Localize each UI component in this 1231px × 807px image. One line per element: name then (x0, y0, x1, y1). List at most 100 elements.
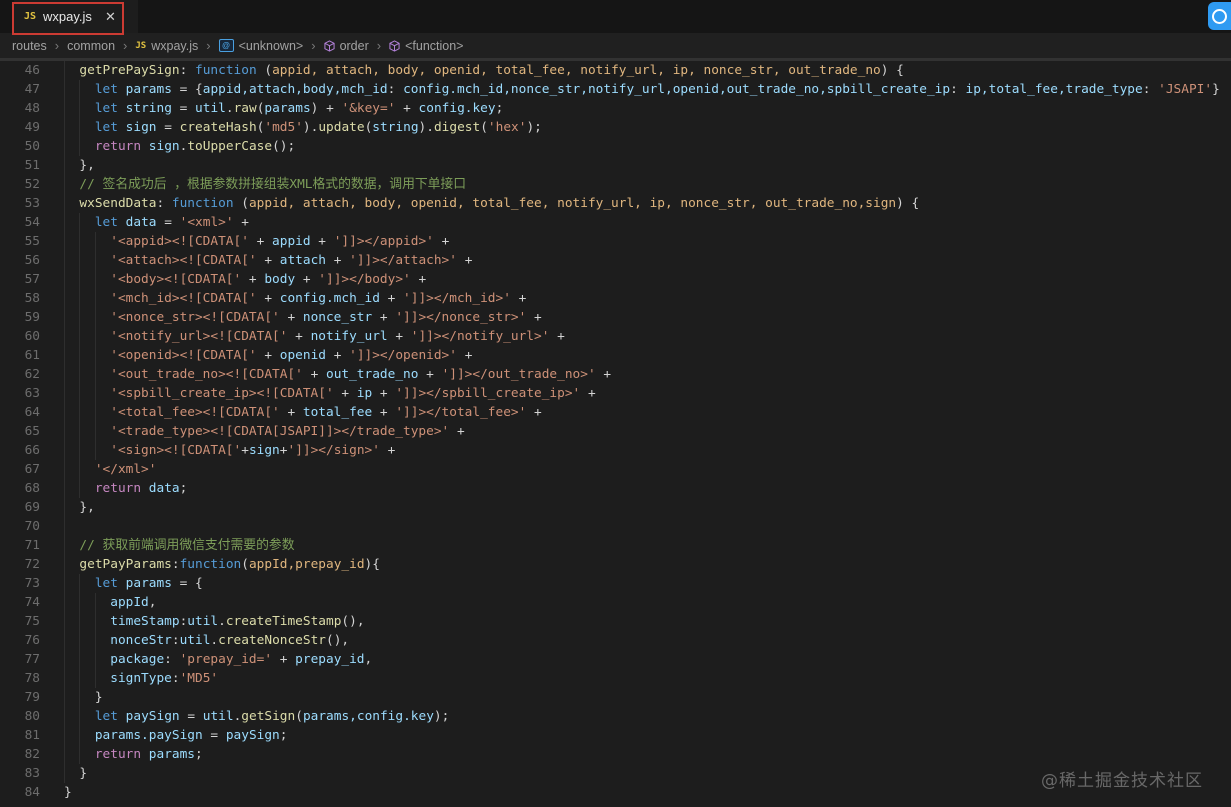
code-editor[interactable]: 46 getPrePaySign: function (appid, attac… (0, 58, 1231, 807)
code-line[interactable]: 75 timeStamp:util.createTimeStamp(), (0, 612, 1231, 631)
code-line[interactable]: 71 // 获取前端调用微信支付需要的参数 (0, 536, 1231, 555)
breadcrumb-item[interactable]: JS wxpay.js (133, 39, 200, 53)
code-content: wxSendData: function (appid, attach, bod… (64, 194, 1231, 213)
code-content: '<total_fee><![CDATA[' + total_fee + ']]… (64, 403, 1231, 422)
breadcrumb-label: <function> (405, 38, 464, 53)
code-content: params.paySign = paySign; (64, 726, 1231, 745)
code-tokens: return params; (94, 747, 203, 762)
code-lines: 46 getPrePaySign: function (appid, attac… (0, 61, 1231, 802)
code-tokens: }, (79, 158, 95, 173)
code-tokens: '<notify_url><![CDATA[' + notify_url + '… (110, 329, 565, 344)
code-tokens: wxSendData: function (appid, attach, bod… (79, 196, 920, 211)
line-number: 70 (24, 519, 40, 534)
code-line[interactable]: 70 (0, 517, 1231, 536)
code-line[interactable]: 48 let string = util.raw(params) + '&key… (0, 99, 1231, 118)
code-line[interactable]: 57 '<body><![CDATA[' + body + ']]></body… (0, 270, 1231, 289)
line-number: 77 (24, 652, 40, 667)
code-tokens: '<out_trade_no><![CDATA[' + out_trade_no… (110, 367, 612, 382)
code-line[interactable]: 67 '</xml>' (0, 460, 1231, 479)
code-tokens: let string = util.raw(params) + '&key=' … (94, 101, 504, 116)
line-number: 63 (24, 386, 40, 401)
code-content: '<attach><![CDATA[' + attach + ']]></att… (64, 251, 1231, 270)
line-number: 61 (24, 348, 40, 363)
line-number: 75 (24, 614, 40, 629)
chevron-right-icon: › (123, 38, 128, 53)
code-content: '</xml>' (64, 460, 1231, 479)
tab-title: wxpay.js (43, 9, 92, 24)
breadcrumb-item[interactable]: @ <unknown> (217, 39, 306, 53)
code-line[interactable]: 61 '<openid><![CDATA[' + openid + ']]></… (0, 346, 1231, 365)
code-line[interactable]: 74 appId, (0, 593, 1231, 612)
code-line[interactable]: 62 '<out_trade_no><![CDATA[' + out_trade… (0, 365, 1231, 384)
code-tokens (64, 519, 79, 534)
code-content: '<appid><![CDATA[' + appid + ']]></appid… (64, 232, 1231, 251)
code-tokens: '</xml>' (94, 462, 157, 477)
close-icon[interactable]: ✕ (105, 9, 116, 25)
breadcrumb-label: routes (12, 38, 47, 53)
code-line[interactable]: 49 let sign = createHash('md5').update(s… (0, 118, 1231, 137)
code-line[interactable]: 64 '<total_fee><![CDATA[' + total_fee + … (0, 403, 1231, 422)
code-tokens: let data = '<xml>' + (94, 215, 249, 230)
code-content: return params; (64, 745, 1231, 764)
line-number: 78 (24, 671, 40, 686)
code-line[interactable]: 56 '<attach><![CDATA[' + attach + ']]></… (0, 251, 1231, 270)
chevron-right-icon: › (54, 38, 60, 53)
breadcrumb-label: order (339, 38, 369, 53)
blue-corner-extension-icon[interactable] (1208, 2, 1231, 30)
breadcrumb-item[interactable]: common (65, 39, 117, 53)
code-line[interactable]: 54 let data = '<xml>' + (0, 213, 1231, 232)
code-line[interactable]: 58 '<mch_id><![CDATA[' + config.mch_id +… (0, 289, 1231, 308)
code-line[interactable]: 65 '<trade_type><![CDATA[JSAPI]]></trade… (0, 422, 1231, 441)
code-tokens: } (94, 690, 103, 705)
code-line[interactable]: 77 package: 'prepay_id=' + prepay_id, (0, 650, 1231, 669)
method-cube-icon (389, 39, 400, 52)
line-number: 73 (24, 576, 40, 591)
code-tokens: '<nonce_str><![CDATA[' + nonce_str + ']]… (110, 310, 542, 325)
line-number: 54 (24, 215, 40, 230)
breadcrumb-item[interactable]: routes (10, 39, 49, 53)
code-tokens: '<attach><![CDATA[' + attach + ']]></att… (110, 253, 473, 268)
code-tokens: '<trade_type><![CDATA[JSAPI]]></trade_ty… (110, 424, 465, 439)
code-content: let sign = createHash('md5').update(stri… (64, 118, 1231, 137)
code-content: // 签名成功后 ，根据参数拼接组装XML格式的数据，调用下单接口 (64, 175, 1231, 194)
tab-bar: JS wxpay.js ✕ (0, 0, 1231, 35)
code-line[interactable]: 52 // 签名成功后 ，根据参数拼接组装XML格式的数据，调用下单接口 (0, 175, 1231, 194)
code-tokens: let paySign = util.getSign(params,config… (94, 709, 450, 724)
code-line[interactable]: 72 getPayParams:function(appId,prepay_id… (0, 555, 1231, 574)
line-number: 60 (24, 329, 40, 344)
line-number: 83 (24, 766, 40, 781)
code-line[interactable]: 79 } (0, 688, 1231, 707)
code-line[interactable]: 73 let params = { (0, 574, 1231, 593)
line-number: 57 (24, 272, 40, 287)
chevron-right-icon: › (206, 38, 211, 53)
code-line[interactable]: 66 '<sign><![CDATA['+sign+']]></sign>' + (0, 441, 1231, 460)
code-content: '<mch_id><![CDATA[' + config.mch_id + ']… (64, 289, 1231, 308)
code-line[interactable]: 68 return data; (0, 479, 1231, 498)
code-line[interactable]: 63 '<spbill_create_ip><![CDATA[' + ip + … (0, 384, 1231, 403)
code-tokens: let sign = createHash('md5').update(stri… (94, 120, 542, 135)
code-tokens: appId, (110, 595, 157, 610)
code-line[interactable]: 53 wxSendData: function (appid, attach, … (0, 194, 1231, 213)
code-line[interactable]: 51 }, (0, 156, 1231, 175)
code-line[interactable]: 50 return sign.toUpperCase(); (0, 137, 1231, 156)
breadcrumb-item[interactable]: <function> (387, 39, 465, 53)
code-line[interactable]: 80 let paySign = util.getSign(params,con… (0, 707, 1231, 726)
code-line[interactable]: 82 return params; (0, 745, 1231, 764)
code-line[interactable]: 55 '<appid><![CDATA[' + appid + ']]></ap… (0, 232, 1231, 251)
code-content: '<spbill_create_ip><![CDATA[' + ip + ']]… (64, 384, 1231, 403)
code-line[interactable]: 78 signType:'MD5' (0, 669, 1231, 688)
line-number: 81 (24, 728, 40, 743)
code-line[interactable]: 46 getPrePaySign: function (appid, attac… (0, 61, 1231, 80)
code-line[interactable]: 60 '<notify_url><![CDATA[' + notify_url … (0, 327, 1231, 346)
code-line[interactable]: 81 params.paySign = paySign; (0, 726, 1231, 745)
code-line[interactable]: 69 }, (0, 498, 1231, 517)
code-line[interactable]: 76 nonceStr:util.createNonceStr(), (0, 631, 1231, 650)
tab-wxpay-js[interactable]: JS wxpay.js ✕ (14, 0, 138, 33)
code-tokens: '<total_fee><![CDATA[' + total_fee + ']]… (110, 405, 542, 420)
code-line[interactable]: 47 let params = {appid,attach,body,mch_i… (0, 80, 1231, 99)
code-line[interactable]: 59 '<nonce_str><![CDATA[' + nonce_str + … (0, 308, 1231, 327)
breadcrumb-item[interactable]: order (322, 39, 371, 53)
breadcrumb-label: wxpay.js (151, 38, 199, 53)
code-content: let params = {appid,attach,body,mch_id: … (64, 80, 1231, 99)
code-content: // 获取前端调用微信支付需要的参数 (64, 536, 1231, 555)
